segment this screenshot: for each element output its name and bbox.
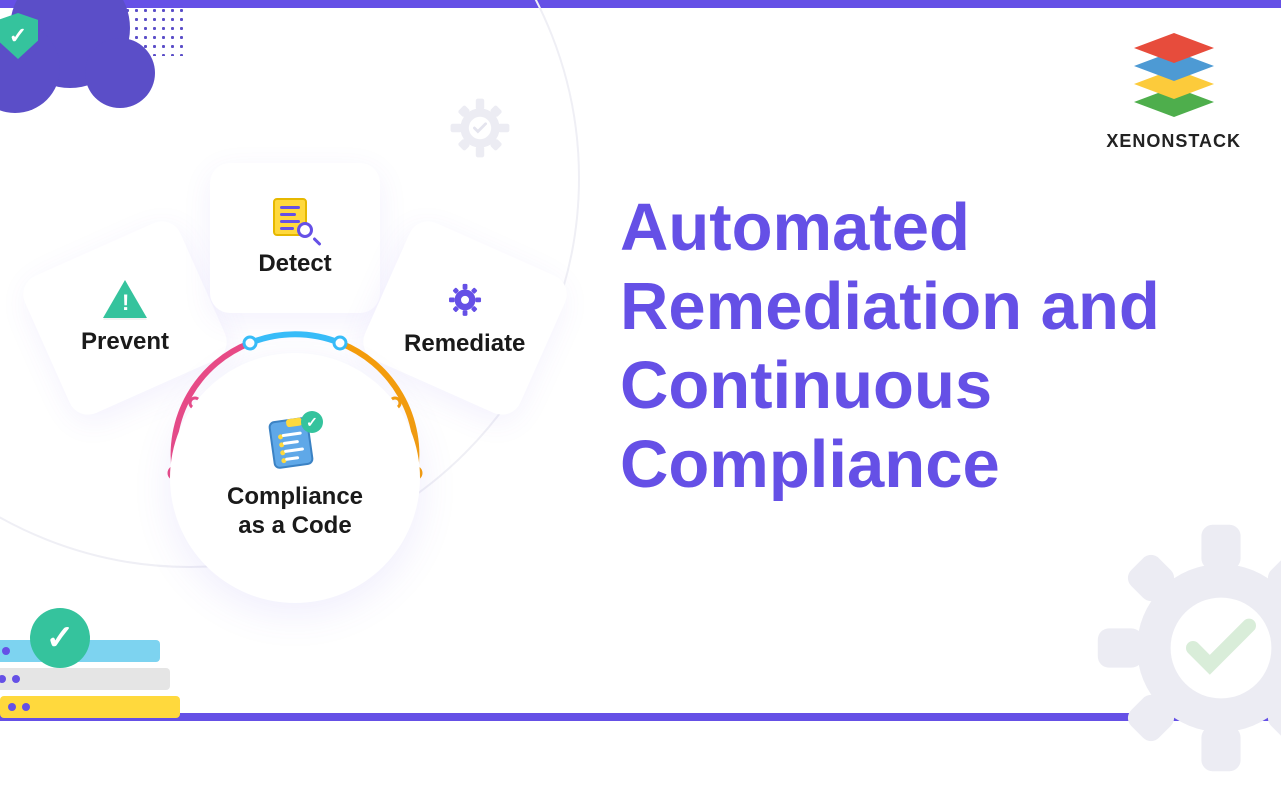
server-row-icon: [0, 668, 170, 690]
gear-icon: [443, 278, 487, 322]
checklist-icon: [267, 415, 323, 471]
compliance-diagram: Prevent Detect: [30, 153, 570, 653]
server-decoration: [0, 618, 200, 718]
stack-icon: [1124, 33, 1224, 123]
warning-triangle-icon: [103, 280, 147, 320]
top-left-decoration: [0, 0, 210, 128]
cloud-blob-icon: [85, 38, 155, 108]
detect-label: Detect: [258, 250, 331, 278]
gear-decoration-icon: [1081, 508, 1281, 793]
compliance-center-card: Compliance as a Code: [170, 353, 420, 603]
search-list-icon: [273, 198, 317, 242]
detect-card: Detect: [210, 163, 380, 313]
brand-logo: XENONSTACK: [1106, 33, 1241, 152]
center-label-line2: as a Code: [238, 512, 351, 539]
center-label: Compliance as a Code: [227, 483, 363, 541]
check-circle-icon: [30, 608, 90, 668]
brand-name: XENONSTACK: [1106, 131, 1241, 152]
server-row-icon: [0, 696, 180, 718]
page-title: Automated Remediation and Continuous Com…: [620, 188, 1241, 504]
center-label-line1: Compliance: [227, 483, 363, 510]
